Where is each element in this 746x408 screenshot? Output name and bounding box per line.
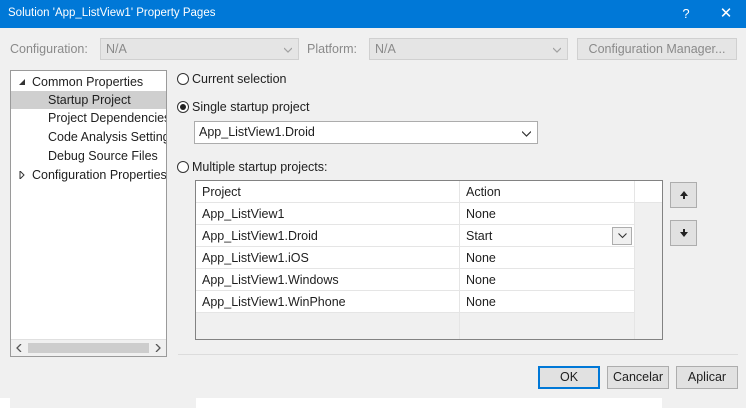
chevron-down-icon (553, 47, 561, 53)
configuration-bar: Configuration: N/A Platform: N/A Configu… (0, 28, 746, 70)
table-row[interactable]: App_ListView1.WinPhone None (196, 291, 634, 313)
multiple-startup-grid[interactable]: Project Action App_ListView1 None App_Li… (195, 180, 663, 340)
project-cell: App_ListView1.iOS (202, 251, 309, 265)
tree-item-code-analysis-settings[interactable]: Code Analysis Settings (11, 128, 167, 146)
tree-item-label: Code Analysis Settings (48, 130, 167, 144)
current-selection-radio[interactable] (177, 73, 189, 85)
table-row[interactable]: App_ListView1.Droid Start (196, 225, 634, 247)
platform-value: N/A (375, 42, 396, 56)
column-header-project[interactable]: Project (196, 181, 459, 203)
project-cell: App_ListView1 (202, 207, 285, 221)
column-divider (459, 313, 460, 339)
tree-item-label: Project Dependencies (48, 111, 167, 125)
table-row[interactable]: App_ListView1.iOS None (196, 247, 634, 269)
configuration-value: N/A (106, 42, 127, 56)
multiple-startup-label: Multiple startup projects: (192, 160, 328, 174)
tree-item-label: Configuration Properties (32, 168, 167, 182)
action-cell[interactable]: None (459, 269, 634, 291)
single-startup-combo[interactable]: App_ListView1.Droid (194, 121, 538, 144)
move-down-button[interactable] (670, 220, 697, 246)
grid-header: Project Action (196, 181, 634, 203)
action-cell[interactable]: None (459, 203, 634, 225)
tree-item-configuration-properties[interactable]: Configuration Properties (11, 166, 167, 184)
window-title: Solution 'App_ListView1' Property Pages (8, 7, 216, 19)
configuration-combo[interactable]: N/A (100, 38, 299, 60)
single-startup-radio[interactable] (177, 101, 189, 113)
tree-item-project-dependencies[interactable]: Project Dependencies (11, 109, 167, 127)
tree-item-startup-project[interactable]: Startup Project (11, 91, 166, 109)
help-button[interactable]: ? (668, 0, 704, 28)
tree-item-debug-source-files[interactable]: Debug Source Files (11, 147, 166, 165)
single-startup-value: App_ListView1.Droid (199, 125, 315, 139)
expanded-triangle-icon[interactable] (18, 78, 26, 86)
project-cell: App_ListView1.Windows (202, 273, 339, 287)
footer-separator (178, 354, 738, 355)
ok-button[interactable]: OK (538, 366, 600, 389)
multiple-startup-radio[interactable] (177, 161, 189, 173)
tree-horizontal-scrollbar[interactable] (11, 339, 166, 356)
scroll-right-icon[interactable] (154, 344, 162, 352)
single-startup-label: Single startup project (192, 100, 310, 114)
tree-item-label: Startup Project (48, 93, 131, 107)
arrow-down-icon (680, 229, 688, 237)
close-button[interactable]: ✕ (708, 0, 744, 28)
scroll-left-icon[interactable] (15, 344, 23, 352)
platform-combo[interactable]: N/A (369, 38, 568, 60)
bottom-edge (196, 398, 662, 408)
chevron-down-icon (284, 47, 292, 53)
collapsed-triangle-icon[interactable] (18, 171, 26, 179)
grid-header-filler (634, 181, 662, 203)
scrollbar-thumb[interactable] (28, 343, 149, 353)
action-dropdown-button[interactable] (612, 227, 632, 245)
cancel-button[interactable]: Cancelar (607, 366, 669, 389)
project-cell: App_ListView1.WinPhone (202, 295, 346, 309)
action-cell[interactable]: None (459, 247, 634, 269)
action-cell[interactable]: None (459, 291, 634, 313)
title-bar: Solution 'App_ListView1' Property Pages … (0, 0, 746, 28)
project-cell: App_ListView1.Droid (202, 229, 318, 243)
table-row[interactable]: App_ListView1.Windows None (196, 269, 634, 291)
configuration-manager-button[interactable]: Configuration Manager... (577, 38, 737, 60)
move-up-button[interactable] (670, 182, 697, 208)
grid-right-filler (634, 203, 662, 339)
arrow-up-icon (680, 191, 688, 199)
chevron-down-icon (522, 131, 531, 137)
action-cell[interactable]: Start (459, 225, 634, 247)
tree-item-common-properties[interactable]: Common Properties (11, 73, 166, 91)
apply-button[interactable]: Aplicar (676, 366, 738, 389)
column-header-action[interactable]: Action (459, 181, 634, 203)
current-selection-label: Current selection (192, 72, 287, 86)
configuration-label: Configuration: (10, 42, 88, 56)
tree-item-label: Common Properties (32, 75, 144, 89)
bottom-edge (0, 398, 10, 408)
chevron-down-icon (618, 233, 627, 239)
table-row[interactable]: App_ListView1 None (196, 203, 634, 225)
tree-item-label: Debug Source Files (48, 149, 158, 163)
property-tree[interactable]: Common Properties Startup Project Projec… (10, 70, 167, 357)
platform-label: Platform: (307, 42, 358, 56)
